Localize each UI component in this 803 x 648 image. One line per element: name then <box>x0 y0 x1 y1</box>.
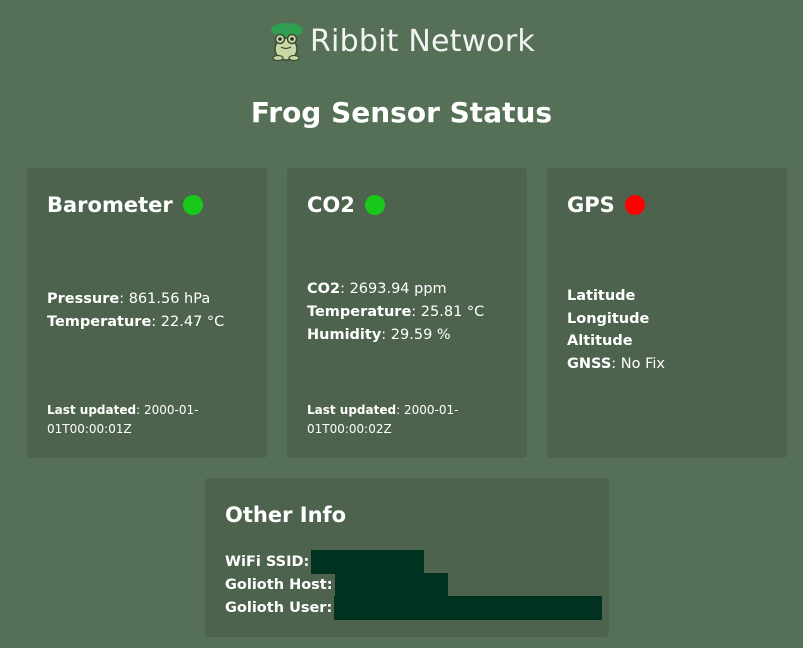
humidity-value: 29.59 % <box>390 327 451 343</box>
other-info-title: Other Info <box>225 503 347 527</box>
wifi-ssid-redacted <box>311 549 425 574</box>
pressure-row: Pressure: 861.56 hPa <box>47 291 211 307</box>
wifi-ssid-row: WiFi SSID: <box>225 549 602 574</box>
co2-last-updated: Last updated: 2000-01-01T00:00:02Z <box>307 403 459 436</box>
co2-title: CO2 <box>307 193 355 217</box>
latitude-row: Latitude <box>567 288 636 304</box>
golioth-user-redacted <box>334 595 603 620</box>
other-info-card: Other Info WiFi SSID: Golioth Host: Goli… <box>205 478 609 637</box>
altitude-row: Altitude <box>567 333 633 349</box>
gps-title: GPS <box>567 193 615 217</box>
co2-status-indicator <box>364 195 385 215</box>
co2-row: CO2: 2693.94 ppm <box>307 281 447 297</box>
co2-card: CO2 CO2: 2693.94 ppm Temperature: 25.81 … <box>287 168 527 458</box>
golioth-host-redacted <box>334 572 448 597</box>
frog-logo-icon <box>271 23 304 61</box>
barometer-status-indicator <box>182 195 203 215</box>
barometer-card: Barometer Pressure: 861.56 hPa Temperatu… <box>27 168 267 458</box>
barometer-last-updated: Last updated: 2000-01-01T00:00:01Z <box>47 403 199 436</box>
humidity-row: Humidity: 29.59 % <box>307 327 451 343</box>
golioth-host-row: Golioth Host: <box>225 572 602 597</box>
gps-card: GPS Latitude Longitude Altitude GNSS: No… <box>547 168 787 458</box>
gps-status-indicator <box>624 195 645 215</box>
barometer-fields: Pressure: 861.56 hPa Temperature: 22.47 … <box>47 288 224 334</box>
longitude-row: Longitude <box>567 310 650 327</box>
temperature-row: Temperature: 25.81 °C <box>307 304 485 320</box>
golioth-user-row: Golioth User: <box>225 595 603 620</box>
temperature-row: Temperature: 22.47 °C <box>47 314 225 330</box>
gnss-row: GNSS: No Fix <box>567 355 666 372</box>
page-title: Frog Sensor Status <box>250 96 553 129</box>
barometer-title: Barometer <box>47 193 173 217</box>
gnss-value: No Fix <box>620 355 666 372</box>
other-info-fields: WiFi SSID: Golioth Host: Golioth User: <box>225 549 603 620</box>
brand-name: Ribbit Network <box>310 23 535 59</box>
co2-value: 2693.94 ppm <box>349 281 447 297</box>
temperature-value: 25.81 °C <box>420 304 485 320</box>
temperature-value: 22.47 °C <box>160 314 225 330</box>
co2-fields: CO2: 2693.94 ppm Temperature: 25.81 °C H… <box>307 278 484 347</box>
site-header: Ribbit Network <box>0 18 803 64</box>
pressure-value: 861.56 hPa <box>128 291 211 307</box>
gps-fields: Latitude Longitude Altitude GNSS: No Fix <box>567 285 665 375</box>
